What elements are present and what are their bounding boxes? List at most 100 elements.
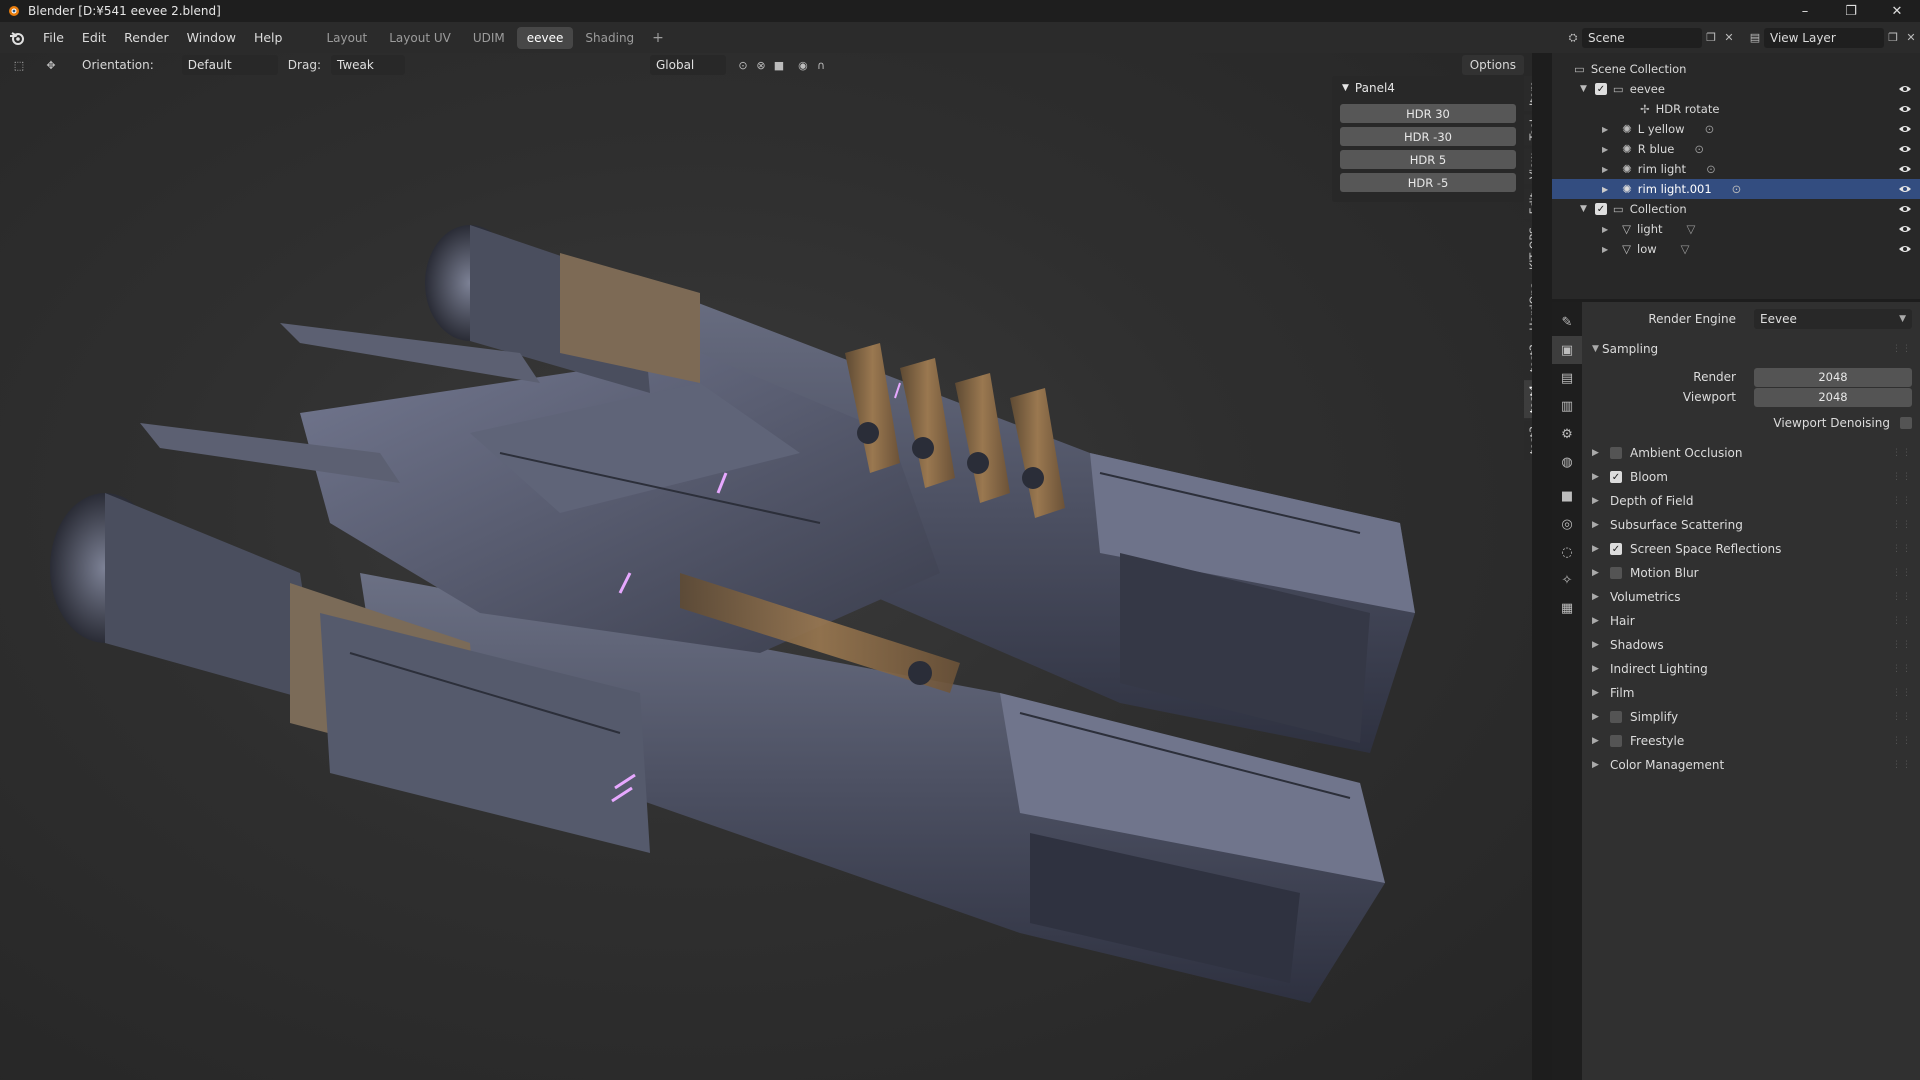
section-screen-space-reflections[interactable]: ▶ ✓ Screen Space Reflections ⋮⋮: [1582, 538, 1920, 560]
hdr-minus-5-button[interactable]: HDR -5: [1340, 173, 1516, 192]
blender-menu-icon[interactable]: [0, 22, 34, 53]
constraints-tab-icon[interactable]: ◌: [1552, 538, 1582, 566]
section-ambient-occlusion[interactable]: ▶ Ambient Occlusion ⋮⋮: [1582, 442, 1920, 464]
delete-scene-icon[interactable]: ✕: [1720, 29, 1738, 47]
view-layer-tab-icon[interactable]: ▥: [1552, 392, 1582, 420]
light-data-tab-icon[interactable]: ✧: [1552, 566, 1582, 594]
outliner-row-l-yellow[interactable]: ▶ ✺ L yellow ⊙: [1552, 119, 1920, 139]
hdr-5-button[interactable]: HDR 5: [1340, 150, 1516, 169]
tab-hardops[interactable]: HardOps: [1524, 277, 1532, 336]
tab-udim[interactable]: UDIM: [463, 27, 515, 49]
new-scene-icon[interactable]: ❐: [1702, 29, 1720, 47]
drag-grip-icon[interactable]: ⋮⋮: [1892, 640, 1912, 650]
tab-item[interactable]: Item: [1524, 76, 1532, 112]
object-tab-icon[interactable]: ■: [1552, 482, 1582, 510]
drag-grip-icon[interactable]: ⋮⋮: [1892, 496, 1912, 506]
render-engine-dropdown[interactable]: Eevee ▼: [1754, 309, 1912, 329]
collection-checkbox[interactable]: ✓: [1594, 203, 1607, 215]
tab-test3[interactable]: test3: [1524, 420, 1532, 459]
section-color-management[interactable]: ▶ Color Management ⋮⋮: [1582, 754, 1920, 776]
drag-grip-icon[interactable]: ⋮⋮: [1892, 344, 1912, 354]
outliner-row-low[interactable]: ▶ ▽ low ▽: [1552, 239, 1920, 259]
drag-grip-icon[interactable]: ⋮⋮: [1892, 760, 1912, 770]
eye-icon[interactable]: [1898, 142, 1912, 156]
transform-space-dropdown[interactable]: Global: [649, 55, 726, 75]
drag-grip-icon[interactable]: ⋮⋮: [1892, 688, 1912, 698]
menu-render[interactable]: Render: [115, 30, 178, 45]
eye-icon[interactable]: [1898, 162, 1912, 176]
eye-icon[interactable]: [1898, 202, 1912, 216]
drag-grip-icon[interactable]: ⋮⋮: [1892, 520, 1912, 530]
outliner-row-scene-collection[interactable]: ▭ Scene Collection: [1552, 59, 1920, 79]
scene-tab-icon[interactable]: ⚙: [1552, 420, 1582, 448]
section-bloom[interactable]: ▶ ✓ Bloom ⋮⋮: [1582, 466, 1920, 488]
panel-collapse-icon[interactable]: ▼: [1342, 83, 1349, 93]
expand-arrow-icon[interactable]: ▶: [1602, 185, 1608, 194]
world-tab-icon[interactable]: ◍: [1552, 448, 1582, 476]
drag-grip-icon[interactable]: ⋮⋮: [1892, 736, 1912, 746]
outliner-row-hdr-rotate[interactable]: ✢ HDR rotate: [1552, 99, 1920, 119]
tab-kit-ops[interactable]: KIT OPS: [1524, 221, 1532, 275]
outliner-row-light[interactable]: ▶ ▽ light ▽: [1552, 219, 1920, 239]
eye-icon[interactable]: [1898, 242, 1912, 256]
drag-grip-icon[interactable]: ⋮⋮: [1892, 472, 1912, 482]
hdr-minus-30-button[interactable]: HDR -30: [1340, 127, 1516, 146]
outliner-row-eevee[interactable]: ▼ ✓ ▭ eevee: [1552, 79, 1920, 99]
ambient-occlusion-checkbox[interactable]: [1610, 447, 1622, 459]
physics-tab-icon[interactable]: ◎: [1552, 510, 1582, 538]
outliner-row-r-blue[interactable]: ▶ ✺ R blue ⊙: [1552, 139, 1920, 159]
close-button[interactable]: ✕: [1874, 0, 1920, 22]
tab-tool[interactable]: Tool: [1524, 114, 1532, 146]
snap-target-icon[interactable]: ■: [770, 56, 788, 74]
motion-blur-checkbox[interactable]: [1610, 567, 1622, 579]
expand-arrow-icon[interactable]: ▼: [1580, 84, 1587, 94]
maximize-button[interactable]: ❐: [1828, 0, 1874, 22]
tab-test4[interactable]: test4: [1524, 379, 1532, 418]
tab-layout-uv[interactable]: Layout UV: [379, 27, 461, 49]
render-samples-field[interactable]: 2048: [1754, 367, 1912, 387]
menu-window[interactable]: Window: [178, 30, 245, 45]
sampling-panel-header[interactable]: ▼ Sampling ⋮⋮: [1582, 338, 1920, 360]
expand-arrow-icon[interactable]: ▼: [1580, 204, 1587, 214]
expand-arrow-icon[interactable]: ▶: [1602, 125, 1608, 134]
section-depth-of-field[interactable]: ▶ Depth of Field ⋮⋮: [1582, 490, 1920, 512]
eye-icon[interactable]: [1898, 222, 1912, 236]
orientation-dropdown[interactable]: Default: [181, 55, 278, 75]
drag-grip-icon[interactable]: ⋮⋮: [1892, 592, 1912, 602]
drag-grip-icon[interactable]: ⋮⋮: [1892, 544, 1912, 554]
tool-tab-icon[interactable]: ✎: [1552, 308, 1582, 336]
freestyle-checkbox[interactable]: [1610, 735, 1622, 747]
menu-edit[interactable]: Edit: [73, 30, 115, 45]
section-film[interactable]: ▶ Film ⋮⋮: [1582, 682, 1920, 704]
snap-icon[interactable]: ⊗: [752, 56, 770, 74]
section-motion-blur[interactable]: ▶ Motion Blur ⋮⋮: [1582, 562, 1920, 584]
menu-help[interactable]: Help: [245, 30, 292, 45]
drag-grip-icon[interactable]: ⋮⋮: [1892, 712, 1912, 722]
outliner-row-rim-light[interactable]: ▶ ✺ rim light ⊙: [1552, 159, 1920, 179]
drag-grip-icon[interactable]: ⋮⋮: [1892, 664, 1912, 674]
section-freestyle[interactable]: ▶ Freestyle ⋮⋮: [1582, 730, 1920, 752]
collection-checkbox[interactable]: ✓: [1594, 83, 1607, 95]
eye-icon[interactable]: [1898, 102, 1912, 116]
proportional-edit-icon[interactable]: ◉: [794, 56, 812, 74]
output-tab-icon[interactable]: ▤: [1552, 364, 1582, 392]
outliner[interactable]: ▭ Scene Collection ▼ ✓ ▭ eevee ✢ HDR rot…: [1552, 53, 1920, 299]
minimize-button[interactable]: –: [1782, 0, 1828, 22]
hdr-30-button[interactable]: HDR 30: [1340, 104, 1516, 123]
menu-file[interactable]: File: [34, 30, 73, 45]
eye-icon[interactable]: [1898, 182, 1912, 196]
section-volumetrics[interactable]: ▶ Volumetrics ⋮⋮: [1582, 586, 1920, 608]
viewport-denoising-checkbox[interactable]: [1900, 417, 1912, 429]
select-mode-icon[interactable]: ⬚: [10, 56, 28, 74]
expand-arrow-icon[interactable]: ▶: [1602, 145, 1608, 154]
section-subsurface-scattering[interactable]: ▶ Subsurface Scattering ⋮⋮: [1582, 514, 1920, 536]
viewport-samples-field[interactable]: 2048: [1754, 387, 1912, 407]
expand-arrow-icon[interactable]: ▶: [1602, 225, 1608, 234]
options-dropdown[interactable]: Options: [1461, 55, 1524, 75]
drag-grip-icon[interactable]: ⋮⋮: [1892, 616, 1912, 626]
panel-header[interactable]: ▼ Panel4: [1332, 76, 1524, 100]
outliner-row-rim-light-001[interactable]: ▶ ✺ rim light.001 ⊙: [1552, 179, 1920, 199]
falloff-icon[interactable]: ∩: [812, 56, 830, 74]
eye-icon[interactable]: [1898, 122, 1912, 136]
delete-view-layer-icon[interactable]: ✕: [1902, 29, 1920, 47]
